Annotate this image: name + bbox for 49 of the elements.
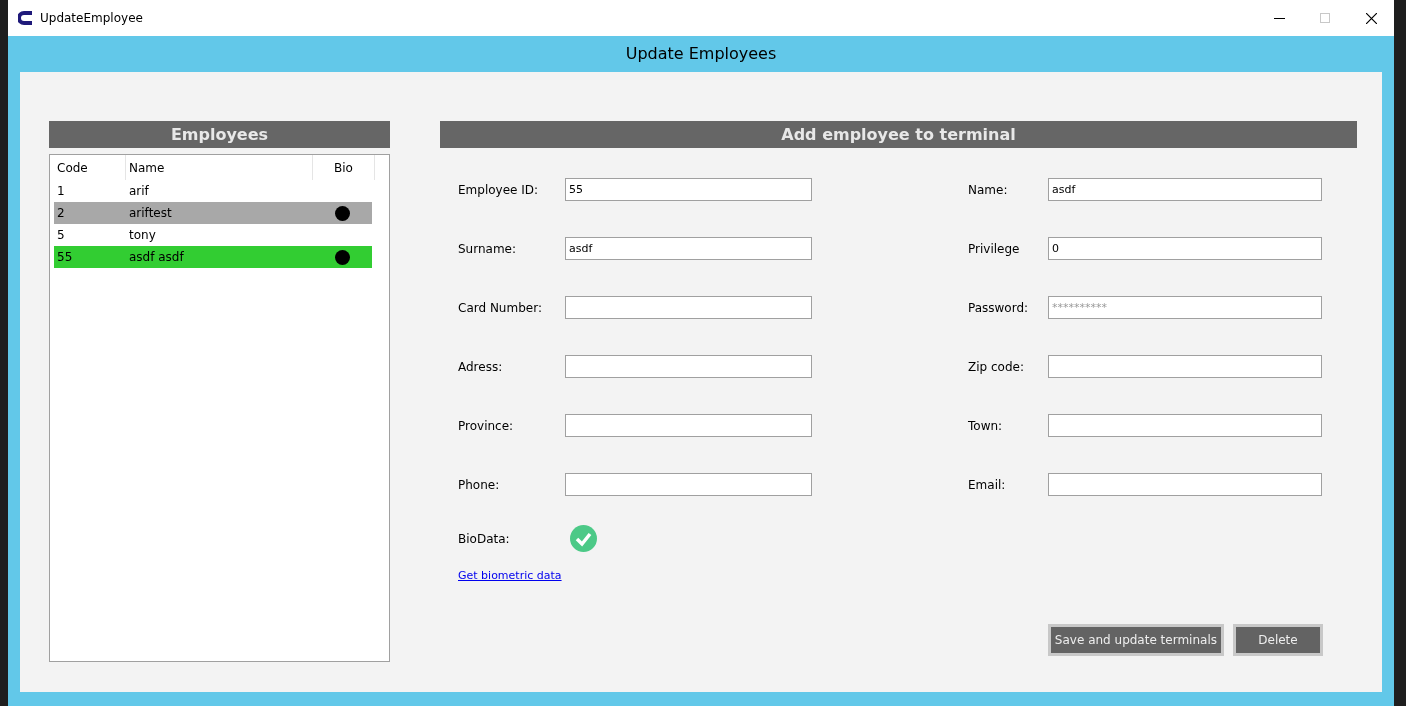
field-label: Zip code:	[968, 358, 1025, 376]
table-row[interactable]: 55 asdf asdf	[54, 246, 372, 268]
input-field[interactable]	[565, 473, 812, 496]
input-field[interactable]	[1048, 414, 1322, 437]
field-label: Name:	[968, 181, 1009, 199]
table-cell-text: 55	[56, 249, 74, 266]
field-label: Card Number:	[458, 299, 543, 317]
field-label: Email:	[968, 476, 1007, 494]
delete-button[interactable]: Delete	[1233, 624, 1323, 656]
input-field[interactable]	[1048, 473, 1322, 496]
input-field[interactable]: 55	[565, 178, 812, 201]
input-field[interactable]: asdf	[1048, 178, 1322, 201]
window-title: UpdateEmployee	[40, 10, 143, 27]
minimize-icon	[1273, 17, 1285, 19]
page-title: Update Employees	[625, 43, 777, 65]
input-field[interactable]: asdf	[565, 237, 812, 260]
field-label: Employee ID:	[458, 181, 540, 199]
close-icon	[1365, 12, 1377, 24]
table-cell-text: 2	[56, 205, 66, 222]
save-button[interactable]: Save and update terminals	[1047, 624, 1224, 656]
input-field[interactable]	[1048, 355, 1322, 378]
table-cell-text: 5	[56, 227, 66, 244]
app-logo-icon	[18, 10, 34, 26]
field-label: Privilege	[968, 240, 1021, 258]
table-row[interactable]: 2 ariftest	[54, 202, 372, 224]
field-label: Adress:	[458, 358, 504, 376]
column-header[interactable]: Name	[126, 155, 313, 180]
field-label: Surname:	[458, 240, 518, 258]
biometric-link[interactable]: Get biometric data	[458, 569, 562, 582]
field-label: Province:	[458, 417, 515, 435]
table-cell-text: 1	[56, 183, 66, 200]
input-field[interactable]: **********	[1048, 296, 1322, 319]
panel-heading: Add employee to terminal	[440, 121, 1357, 148]
table-cell-text: asdf asdf	[128, 249, 185, 266]
input-field[interactable]	[565, 355, 812, 378]
column-header[interactable]: Code	[54, 155, 126, 180]
field-label: Phone:	[458, 476, 501, 494]
field-label: Password:	[968, 299, 1030, 317]
maximize-icon	[1320, 13, 1330, 23]
table-cell-text: arif	[128, 183, 150, 200]
input-field[interactable]	[565, 296, 812, 319]
column-header[interactable]: Bio	[313, 155, 375, 180]
table-cell-text: tony	[128, 227, 157, 244]
field-label: BioData:	[458, 530, 511, 548]
input-field[interactable]: 0	[1048, 237, 1322, 260]
input-field[interactable]	[565, 414, 812, 437]
table-cell-text: ariftest	[128, 205, 173, 222]
field-label: Town:	[968, 417, 1004, 435]
panel-heading: Employees	[49, 121, 390, 148]
